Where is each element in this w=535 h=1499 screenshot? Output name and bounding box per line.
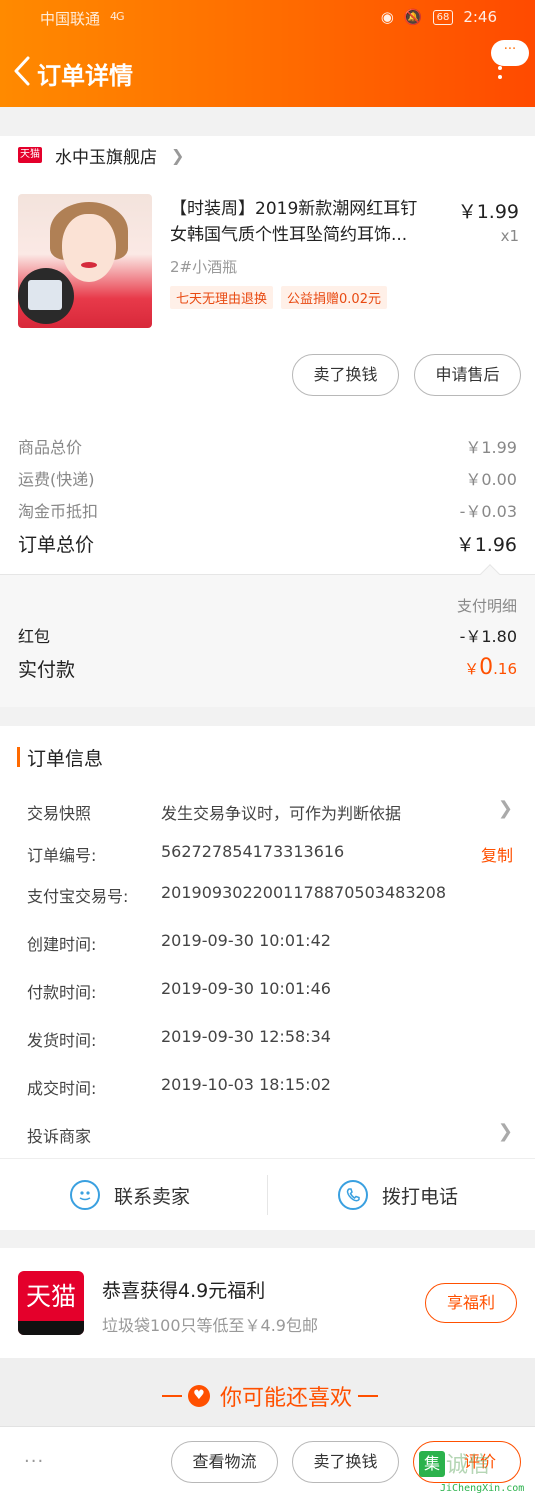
product-price: ￥1.99 (457, 201, 519, 223)
shipped-time-row: 发货时间: 2019-09-30 12:58:34 (27, 1027, 331, 1050)
watermark-text: 诚信 (446, 1453, 491, 1478)
redpacket-value: -￥1.80 (459, 627, 517, 646)
order-number-row: 订单编号: 562727854173313616 复制 (27, 842, 513, 866)
tmall-logo-icon: 天猫 (18, 1271, 84, 1335)
claim-benefit-button[interactable]: 享福利 (425, 1283, 517, 1323)
order-info-card: 订单信息 交易快照 发生交易争议时，可作为判断依据 ❯ 订单编号: 562727… (0, 726, 535, 1230)
paid-label: 实付款 (18, 659, 76, 681)
order-total-value: ￥1.96 (455, 534, 517, 556)
store-name: 水中玉旗舰店 (55, 147, 157, 168)
bottom-action-bar: ··· 查看物流 卖了换钱 评价 集 诚信 JiChengXin.com (0, 1426, 535, 1499)
product-quantity: x1 (500, 227, 519, 245)
call-phone-label: 拨打电话 (382, 1185, 459, 1208)
view-logistics-button[interactable]: 查看物流 (171, 1441, 278, 1483)
shipping-row: 运费(快递) ￥0.00 (18, 466, 517, 490)
coin-deduction-value: -￥0.03 (459, 502, 517, 521)
order-number: 562727854173313616 (161, 842, 345, 861)
status-bar: 中国联通 4G ◉ 🔕 68 2:46 (0, 0, 535, 36)
order-info-title: 订单信息 (27, 747, 104, 770)
product-tags: 七天无理由退换 公益捐赠0.02元 (170, 286, 387, 309)
status-right: ◉ 🔕 68 2:46 (381, 8, 497, 26)
payment-section: 支付明细 红包 -￥1.80 实付款 ￥0.16 (0, 564, 535, 707)
call-phone-button[interactable]: 拨打电话 (338, 1159, 458, 1231)
goods-total-value: ￥1.99 (465, 438, 517, 457)
shipping-value: ￥0.00 (465, 470, 517, 489)
sell-for-cash-button[interactable]: 卖了换钱 (292, 354, 399, 396)
eye-icon: ◉ (380, 8, 394, 26)
more-vertical-icon[interactable] (497, 66, 503, 88)
chevron-right-icon: ❯ (497, 798, 513, 819)
product-title-line2: 女韩国气质个性耳坠简约耳饰... (170, 225, 408, 245)
watermark-logo: 集 (419, 1451, 445, 1477)
nav-bar: 订单详情 ··· (0, 40, 535, 100)
chevron-right-icon: ❯ (497, 1121, 513, 1142)
product-title-line1: 【时装周】2019新款潮网红耳钉 (170, 199, 418, 219)
battery-icon: 68 (432, 9, 454, 25)
created-time-row: 创建时间: 2019-09-30 10:01:42 (27, 931, 331, 954)
payment-detail-link[interactable]: 支付明细 (457, 595, 517, 616)
store-link[interactable]: 天猫 水中玉旗舰店 ❯ (18, 142, 184, 168)
header: 中国联通 4G ◉ 🔕 68 2:46 订单详情 ··· (0, 0, 535, 107)
tag-return: 七天无理由退换 (170, 286, 274, 309)
complain-merchant-row[interactable]: 投诉商家 ❯ (27, 1121, 513, 1149)
back-arrow-icon[interactable] (10, 54, 36, 88)
sell-for-cash-button-bottom[interactable]: 卖了换钱 (292, 1441, 399, 1483)
heart-icon: ♥ (188, 1385, 210, 1407)
goods-total-label: 商品总价 (18, 438, 83, 457)
mute-icon: 🔕 (403, 8, 423, 26)
contact-seller-button[interactable]: 联系卖家 (70, 1159, 190, 1231)
paid-row: 实付款 ￥0.16 (18, 655, 517, 682)
paid-amount: ￥0.16 (464, 655, 517, 680)
watermark-url: JiChengXin.com (440, 1483, 525, 1494)
clock: 2:46 (463, 8, 497, 26)
signal-indicator: 4G (110, 10, 124, 23)
order-item-card: 天猫 水中玉旗舰店 ❯ 【时装周】2019新款潮网红耳钉 女韩国气质个性耳坠简约… (0, 136, 535, 707)
chat-icon (70, 1180, 100, 1210)
carrier-name: 中国联通 (40, 10, 101, 28)
recommend-section-header: ♥ 你可能还喜欢 (0, 1358, 535, 1426)
contact-seller-label: 联系卖家 (114, 1185, 191, 1208)
product-title[interactable]: 【时装周】2019新款潮网红耳钉 女韩国气质个性耳坠简约耳饰... (170, 196, 450, 248)
redpacket-label: 红包 (18, 627, 51, 646)
promo-card[interactable]: 天猫 恭喜获得4.9元福利 垃圾袋100只等低至￥4.9包邮 享福利 (0, 1248, 535, 1358)
order-info-header: 订单信息 (17, 746, 104, 770)
product-thumbnail[interactable] (18, 194, 152, 328)
chevron-right-icon: ❯ (171, 145, 185, 165)
tag-charity: 公益捐赠0.02元 (281, 286, 387, 309)
coin-deduction-label: 淘金币抵扣 (18, 502, 99, 521)
order-total-label: 订单总价 (18, 534, 95, 556)
product-sku: 2#小酒瓶 (170, 258, 238, 276)
completed-time-row: 成交时间: 2019-10-03 18:15:02 (27, 1075, 331, 1098)
more-menu-bubble[interactable]: ··· (491, 40, 529, 66)
snapshot-row[interactable]: 交易快照 发生交易争议时，可作为判断依据 ❯ (27, 798, 513, 826)
contact-bar: 联系卖家 拨打电话 (0, 1158, 535, 1230)
tmall-badge-icon: 天猫 (18, 147, 42, 163)
page-title: 订单详情 (37, 62, 133, 90)
coin-deduction-row: 淘金币抵扣 -￥0.03 (18, 498, 517, 522)
redpacket-row: 红包 -￥1.80 (18, 623, 517, 647)
phone-icon (338, 1180, 368, 1210)
alipay-number-row: 支付宝交易号: 2019093022001178870503483208 (27, 883, 447, 906)
promo-subtitle: 垃圾袋100只等低至￥4.9包邮 (102, 1316, 318, 1335)
more-horizontal-icon[interactable]: ··· (24, 1451, 44, 1472)
paid-time-row: 付款时间: 2019-09-30 10:01:46 (27, 979, 331, 1002)
after-sales-button[interactable]: 申请售后 (414, 354, 521, 396)
shipping-label: 运费(快递) (18, 470, 95, 489)
order-total-row: 订单总价 ￥1.96 (18, 530, 517, 557)
recommend-title: 你可能还喜欢 (220, 1386, 353, 1411)
copy-button[interactable]: 复制 (481, 842, 513, 866)
promo-title: 恭喜获得4.9元福利 (102, 1280, 266, 1302)
goods-total-row: 商品总价 ￥1.99 (18, 434, 517, 458)
